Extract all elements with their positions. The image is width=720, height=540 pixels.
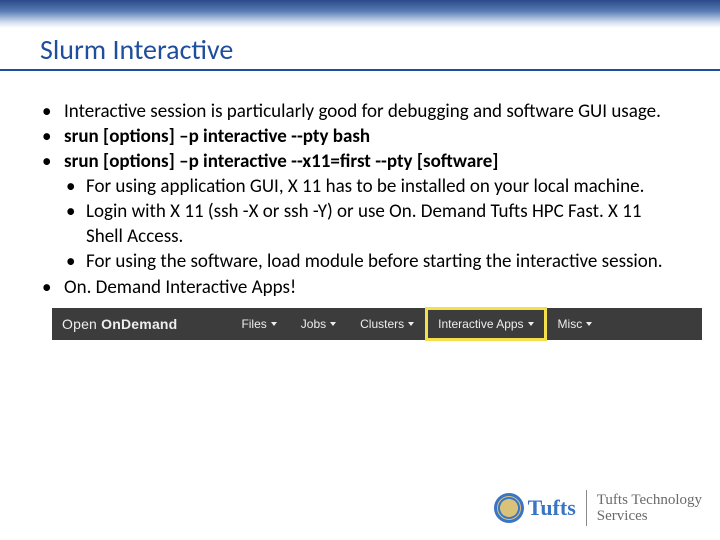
menu-item-label: Misc — [558, 317, 583, 331]
bullet-item: •srun [options] –p interactive --x11=fir… — [40, 149, 680, 174]
chevron-down-icon — [528, 322, 534, 326]
bullet-text: On. Demand Interactive Apps! — [64, 275, 680, 300]
chevron-down-icon — [408, 322, 414, 326]
bullet-marker: • — [64, 249, 86, 274]
footer-divider — [586, 490, 587, 526]
bullet-item: •srun [options] –p interactive --pty bas… — [40, 124, 680, 149]
sub-bullet-item: •Login with X 11 (ssh -X or ssh -Y) or u… — [64, 199, 680, 249]
sub-bullet-item: •For using the software, load module bef… — [64, 249, 680, 274]
menu-item-interactive-apps[interactable]: Interactive Apps — [426, 308, 545, 340]
bullet-marker: • — [64, 199, 86, 249]
chevron-down-icon — [586, 322, 592, 326]
chevron-down-icon — [330, 322, 336, 326]
tufts-wordmark: Tufts — [528, 495, 576, 521]
sub-bullet-text: Login with X 11 (ssh -X or ssh -Y) or us… — [86, 199, 680, 249]
sub-bullet-text: For using the software, load module befo… — [86, 249, 680, 274]
bullet-text: srun [options] –p interactive --pty bash — [64, 124, 680, 149]
sub-bullet-item: •For using application GUI, X 11 has to … — [64, 174, 680, 199]
menu-item-label: Files — [241, 317, 266, 331]
bullet-marker: • — [40, 149, 64, 174]
header-gradient — [0, 0, 720, 28]
tts-line2: Services — [597, 508, 702, 525]
sub-bullet-text: For using application GUI, X 11 has to b… — [86, 174, 680, 199]
bullet-item: •On. Demand Interactive Apps! — [40, 275, 680, 300]
tufts-logo: Tufts — [494, 493, 576, 523]
brand-light: Open — [62, 316, 97, 332]
footer: Tufts Tufts Technology Services — [494, 490, 702, 526]
menu-item-label: Clusters — [360, 317, 404, 331]
slide-body: •Interactive session is particularly goo… — [0, 71, 720, 300]
ondemand-menubar: Open OnDemand Files Jobs Clusters Interacti… — [52, 308, 702, 340]
brand-bold: OnDemand — [101, 316, 177, 332]
tts-line1: Tufts Technology — [597, 492, 702, 509]
ondemand-brand: Open OnDemand — [52, 316, 191, 332]
bullet-text: srun [options] –p interactive --x11=firs… — [64, 149, 680, 174]
bullet-item: •Interactive session is particularly goo… — [40, 99, 680, 124]
chevron-down-icon — [271, 322, 277, 326]
sub-bullet-list: •For using application GUI, X 11 has to … — [64, 174, 680, 274]
tufts-tech-services: Tufts Technology Services — [597, 492, 702, 525]
bullet-marker: • — [64, 174, 86, 199]
bullet-marker: • — [40, 275, 64, 300]
slide-title: Slurm Interactive — [40, 32, 720, 67]
menu-item-label: Jobs — [301, 317, 326, 331]
title-bar: Slurm Interactive — [0, 32, 720, 71]
bullet-marker: • — [40, 124, 64, 149]
menu-item-files[interactable]: Files — [229, 308, 288, 340]
menu-item-clusters[interactable]: Clusters — [348, 308, 426, 340]
tufts-seal-icon — [494, 493, 524, 523]
menu-item-jobs[interactable]: Jobs — [289, 308, 348, 340]
menu-item-label: Interactive Apps — [438, 317, 523, 331]
menu-item-misc[interactable]: Misc — [546, 308, 605, 340]
bullet-marker: • — [40, 99, 64, 124]
bullet-text: Interactive session is particularly good… — [64, 99, 680, 124]
